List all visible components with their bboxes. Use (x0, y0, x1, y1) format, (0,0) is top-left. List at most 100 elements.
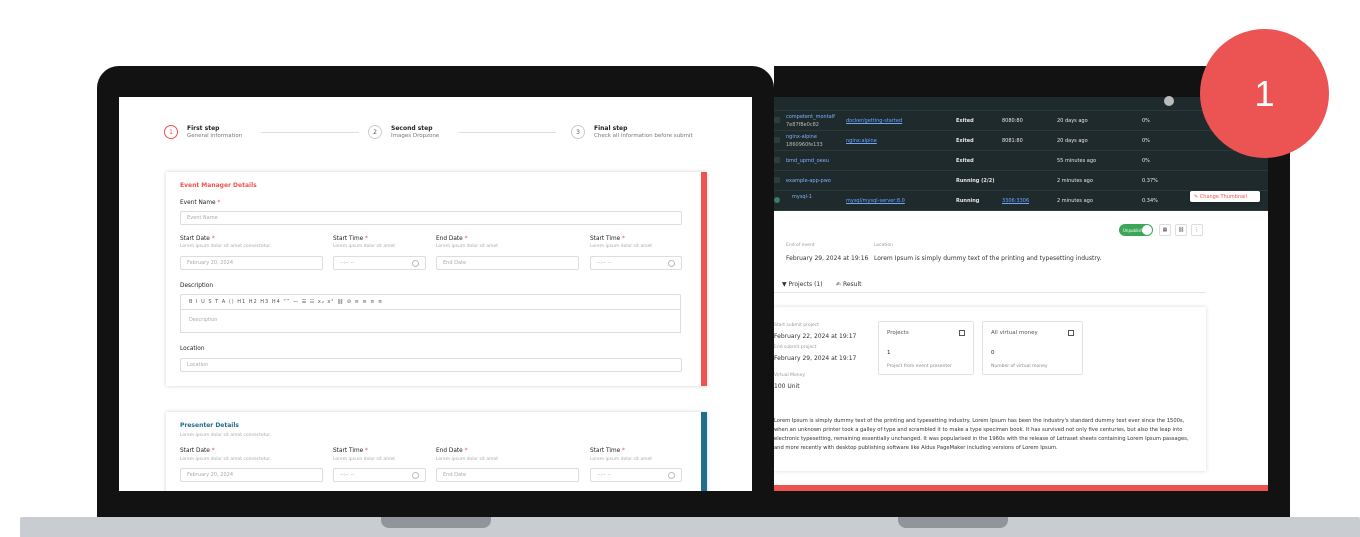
event-description: Lorem Ipsum is simply dummy text of the … (774, 418, 1189, 451)
step-subtitle: Check all information before submit (594, 133, 693, 139)
table-row[interactable]: example-app-pwo Running (2/2) 2 minutes … (774, 171, 1268, 191)
table-row[interactable]: competent_montalf 7e87f8e0c82 docker/get… (774, 111, 1268, 131)
summary-label: Start submit project (774, 323, 819, 328)
start-time-2-input[interactable]: --:-- -- (590, 256, 682, 270)
end-date-label: End Date * (436, 448, 468, 454)
grid-view-icon[interactable]: ▦ (1159, 224, 1171, 236)
container-name[interactable]: bmd_upmd_oeeu (786, 158, 829, 164)
avatar[interactable] (1164, 96, 1174, 106)
label-text: Start Time (590, 448, 621, 454)
start-time-input[interactable]: --:-- -- (333, 256, 426, 270)
container-status: Exited (956, 138, 974, 144)
container-status: Exited (956, 118, 974, 124)
container-created: 20 days ago (1057, 138, 1088, 144)
start-date-label: Start Date * (180, 448, 215, 454)
container-cpu: 0% (1142, 138, 1150, 144)
publish-toggle[interactable]: Unpublish (1119, 224, 1153, 236)
more-options-icon[interactable]: ⋮ (1191, 224, 1203, 236)
clock-icon (412, 260, 419, 267)
summary-label: End submit project (774, 345, 817, 350)
container-name[interactable]: example-app-pwo (786, 178, 831, 184)
table-row (774, 97, 1268, 111)
table-row[interactable]: bmd_upmd_oeeu Exited 55 minutes ago 0% (774, 151, 1268, 171)
step-number-badge: 1 (1200, 29, 1329, 158)
end-date-input[interactable]: End Date (436, 256, 579, 270)
card-subtitle: Lorem ipsum dolor sit amet consectetur. (180, 433, 272, 438)
wizard-step-2[interactable]: 2 Second step Images Dropzone (368, 125, 439, 139)
label-text: Start Date (180, 448, 210, 454)
field-hint: Lorem ipsum dolor sit amet (333, 244, 395, 249)
container-image-link[interactable]: mysql/mysql-server:8.0 (846, 198, 905, 204)
change-thumbnail-button[interactable]: ✎ Change Thumbnail (1190, 191, 1260, 202)
stat-value: 1 (887, 350, 891, 356)
start-time-2-input[interactable]: --:-- -- (590, 468, 682, 482)
container-cpu: 0.34% (1142, 198, 1158, 204)
label-text: Start Time (333, 236, 364, 242)
container-name[interactable]: nginx-alpine (786, 134, 817, 140)
step-connector (261, 132, 359, 133)
event-detail-screen: competent_montalf 7e87f8e0c82 docker/get… (774, 97, 1268, 491)
field-hint: Lorem ipsum dolor sit amet (436, 457, 498, 462)
card-title: Event Manager Details (180, 182, 257, 189)
summary-value: February 22, 2024 at 19:17 (774, 333, 857, 340)
location-label: Location (180, 346, 205, 352)
container-icon (774, 117, 780, 123)
start-date-input[interactable]: February 20, 2024 (180, 468, 323, 482)
step-subtitle: Images Dropzone (391, 133, 440, 139)
location-value: Lorem Ipsum is simply dummy text of the … (874, 255, 1102, 262)
badge-number: 1 (1254, 72, 1275, 114)
step-subtitle: General information (187, 133, 243, 139)
container-cpu: 0.37% (1142, 178, 1158, 184)
container-image-link[interactable]: nginx:alpine (846, 138, 877, 144)
container-cpu: 0% (1142, 118, 1150, 124)
table-row[interactable]: nginx-alpine 1860960fe133 nginx:alpine E… (774, 131, 1268, 151)
presenter-card: Presenter Details Lorem ipsum dolor sit … (166, 412, 707, 491)
card-accent-bar (701, 412, 707, 491)
description-editor[interactable]: Description (180, 309, 681, 333)
summary-label: Virtual Money (774, 373, 806, 378)
mockup-stage: 1 First step General information 2 Second… (0, 0, 1360, 537)
location-input[interactable]: Location (180, 358, 682, 372)
start-time-input[interactable]: --:-- -- (333, 468, 426, 482)
container-status: Exited (956, 158, 974, 164)
container-image-link[interactable]: docker/getting-started (846, 118, 902, 124)
end-date-label: End Date * (436, 236, 468, 242)
container-port[interactable]: 8080:80 (1002, 118, 1023, 124)
end-date-input[interactable]: End Date (436, 468, 579, 482)
container-port[interactable]: 8081:80 (1002, 138, 1023, 144)
container-name[interactable]: mysql-1 (792, 194, 812, 200)
container-icon (774, 177, 780, 183)
time-value: --:-- -- (340, 260, 355, 266)
time-value: --:-- -- (597, 472, 612, 478)
footer-accent (774, 485, 1268, 491)
label-text: End Date (436, 236, 463, 242)
event-form-screen: 1 First step General information 2 Second… (119, 97, 752, 491)
container-created: 2 minutes ago (1057, 178, 1093, 184)
time-value: --:-- -- (340, 472, 355, 478)
wizard-step-1[interactable]: 1 First step General information (164, 125, 242, 139)
link-icon[interactable]: ⛓ (1175, 224, 1187, 236)
start-date-input[interactable]: February 20, 2024 (180, 256, 323, 270)
virtual-money-stat-card: All virtual money 0 Number of virtual mo… (982, 321, 1083, 375)
wizard-step-3[interactable]: 3 Final step Check all information before… (571, 125, 693, 139)
container-status: Running (2/2) (956, 178, 995, 184)
clock-icon (668, 472, 675, 479)
rich-text-toolbar[interactable]: B I U S T A ⟨⟩ H1 H2 H3 H4 “” — ☰ ☷ x₂ x… (180, 294, 681, 310)
right-laptop-notch (898, 517, 1008, 528)
start-time-2-label: Start Time * (590, 448, 625, 454)
start-time-label: Start Time * (333, 236, 368, 242)
stat-title: Projects (887, 330, 909, 336)
label-text: Start Date (180, 236, 210, 242)
field-hint: Lorem ipsum dolor sit amet consectetur. (180, 457, 272, 462)
event-name-input[interactable]: Event Name (180, 211, 682, 225)
field-hint: Lorem ipsum dolor sit amet (436, 244, 498, 249)
tab-result[interactable]: ✍ Result (836, 281, 861, 288)
location-label: Location (874, 243, 894, 248)
stat-title: All virtual money (991, 330, 1038, 336)
container-port[interactable]: 3306:3306 (1002, 198, 1029, 204)
tab-projects[interactable]: ▼ Projects (1) (782, 281, 823, 288)
container-name[interactable]: competent_montalf (786, 114, 835, 120)
start-time-label: Start Time * (333, 448, 368, 454)
list-icon (959, 330, 965, 336)
summary-value: February 29, 2024 at 19:17 (774, 355, 857, 362)
